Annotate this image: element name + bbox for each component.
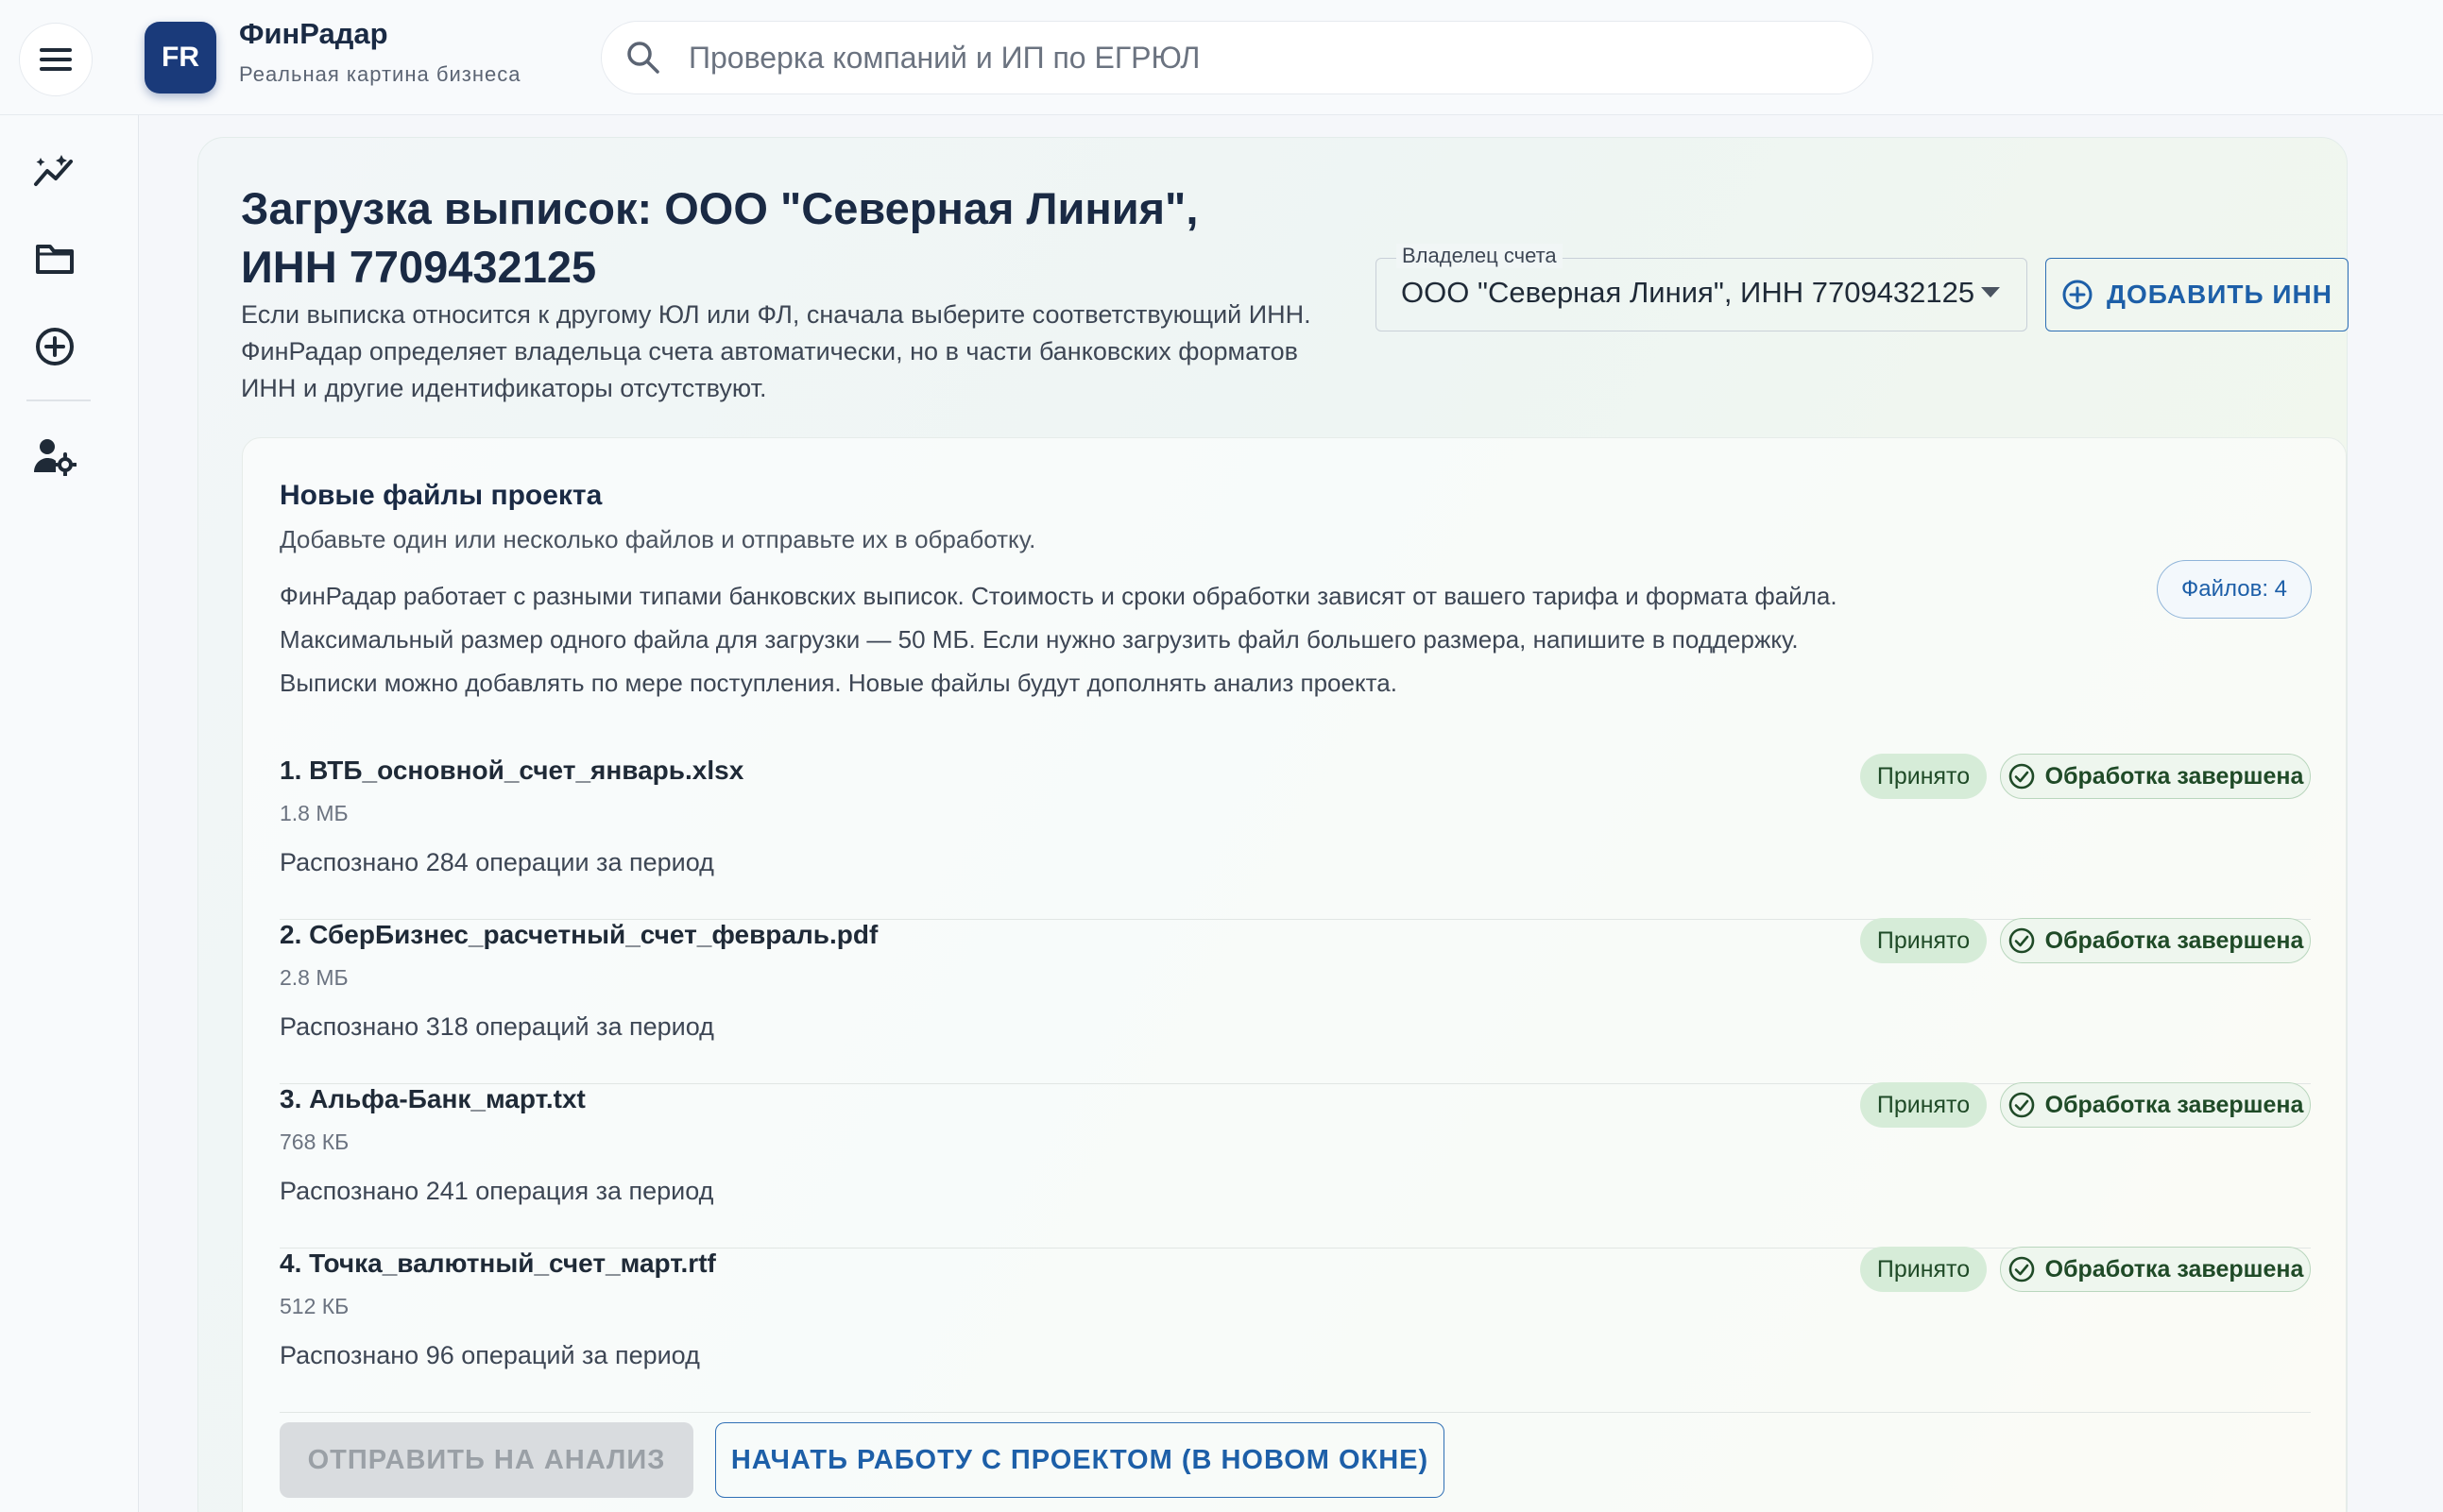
status-badge: Обработка завершена (2000, 1082, 2311, 1128)
accepted-badge: Принято (1860, 1247, 1987, 1292)
search-input[interactable] (689, 22, 1822, 93)
files-section-subtitle: Добавьте один или несколько файлов и отп… (280, 525, 1036, 553)
file-operations: Распознано 284 операции за период (280, 848, 714, 876)
check-circle-icon (2008, 1092, 2034, 1118)
check-circle-icon (2008, 763, 2034, 790)
file-operations: Распознано 96 операций за период (280, 1341, 700, 1369)
info-text: ФинРадар работает с разными типами банко… (280, 574, 2075, 705)
info-line: ФинРадар работает с разными типами банко… (280, 582, 1837, 610)
file-size: 512 КБ (280, 1294, 350, 1318)
file-row: 2. СберБизнес_расчетный_счет_февраль.pdf… (280, 918, 2311, 1084)
file-count-badge: Файлов: 4 (2157, 560, 2312, 619)
files-section-title: Новые файлы проекта (280, 480, 603, 511)
file-size: 1.8 МБ (280, 801, 349, 825)
file-size: 768 КБ (280, 1130, 350, 1154)
owner-select-value[interactable]: ООО "Северная Линия", ИНН 7709432125 (1401, 276, 1974, 310)
page-title: Загрузка выписок: ООО "Северная Линия", … (241, 183, 1199, 292)
file-name: 2. СберБизнес_расчетный_счет_февраль.pdf (280, 920, 879, 949)
check-circle-icon (2008, 927, 2034, 954)
user-settings-icon (34, 439, 77, 476)
top-bar: FR ФинРадар Реальная картина бизнеса (0, 0, 2443, 115)
status-text: Обработка завершена (2044, 762, 2304, 790)
sidebar-item-projects[interactable] (30, 234, 79, 283)
sidebar-item-analytics[interactable] (30, 146, 79, 195)
brand-tagline: Реальная картина бизнеса (239, 62, 521, 86)
sidebar-item-add[interactable] (30, 322, 79, 371)
folder-icon (36, 245, 74, 274)
brand-logo[interactable]: FR (145, 22, 216, 93)
add-inn-label: ДОБАВИТЬ ИНН (2107, 280, 2332, 309)
status-text: Обработка завершена (2044, 1091, 2304, 1118)
status-badge: Обработка завершена (2000, 1247, 2311, 1292)
file-name: 1. ВТБ_основной_счет_январь.xlsx (280, 756, 744, 785)
hamburger-icon (40, 48, 72, 71)
file-operations: Распознано 241 операция за период (280, 1177, 714, 1205)
accepted-badge: Принято (1860, 1082, 1987, 1128)
file-name: 4. Точка_валютный_счет_март.rtf (280, 1249, 716, 1278)
check-circle-icon (2008, 1256, 2034, 1283)
file-name: 3. Альфа-Банк_март.txt (280, 1084, 586, 1113)
info-line: Выписки можно добавлять по мере поступле… (280, 669, 1397, 697)
owner-select-label: Владелец счета (1396, 244, 1563, 268)
row-divider (280, 1411, 2311, 1413)
file-size: 2.8 МБ (280, 965, 349, 990)
status-badge: Обработка завершена (2000, 754, 2311, 799)
send-to-analysis-button[interactable]: ОТПРАВИТЬ НА АНАЛИЗ (280, 1422, 693, 1498)
app-root: FR ФинРадар Реальная картина бизнеса Про… (0, 0, 2443, 1512)
file-row: 4. Точка_валютный_счет_март.rtf 512 КБ Р… (280, 1247, 2311, 1413)
menu-button[interactable] (19, 23, 93, 96)
sidebar-divider (26, 399, 91, 401)
analytics-icon (34, 155, 73, 186)
search-bar[interactable] (601, 21, 1873, 94)
accepted-badge: Принято (1860, 918, 1987, 963)
status-text: Обработка завершена (2044, 926, 2304, 954)
status-text: Обработка завершена (2044, 1255, 2304, 1283)
brand-name: ФинРадар (239, 17, 388, 50)
sidebar-item-user-settings[interactable] (30, 432, 79, 481)
search-icon (624, 39, 662, 81)
add-circle-icon (2062, 280, 2093, 310)
caret-down-icon[interactable] (1981, 287, 2000, 297)
info-line: Максимальный размер одного файла для заг… (280, 625, 1799, 654)
add-inn-button[interactable]: ДОБАВИТЬ ИНН (2045, 258, 2349, 331)
sidebar (0, 115, 139, 1512)
file-row: 3. Альфа-Банк_март.txt 768 КБ Распознано… (280, 1082, 2311, 1249)
page-description: Если выписка относится к другому ЮЛ или … (241, 300, 1311, 402)
file-row: 1. ВТБ_основной_счет_январь.xlsx 1.8 МБ … (280, 754, 2311, 920)
status-badge: Обработка завершена (2000, 918, 2311, 963)
start-project-button[interactable]: НАЧАТЬ РАБОТУ С ПРОЕКТОМ (В НОВОМ ОКНЕ) (715, 1422, 1444, 1498)
file-operations: Распознано 318 операций за период (280, 1012, 714, 1041)
accepted-badge: Принято (1860, 754, 1987, 799)
add-circle-icon (36, 328, 74, 365)
